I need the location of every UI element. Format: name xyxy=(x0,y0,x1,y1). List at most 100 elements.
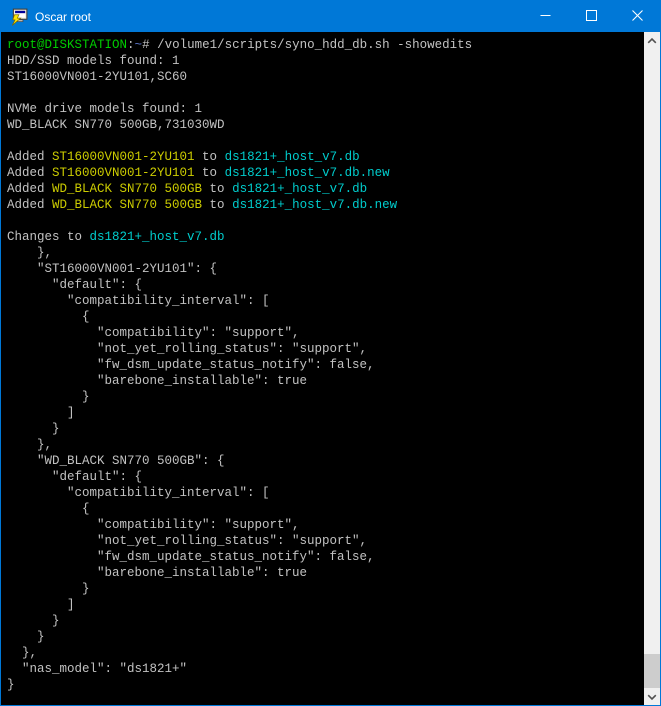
terminal-line: "barebone_installable": true xyxy=(7,373,643,389)
terminal-line: } xyxy=(7,629,643,645)
minimize-icon xyxy=(540,8,551,26)
terminal-line: "compatibility_interval": [ xyxy=(7,485,643,501)
terminal-line: "ST16000VN001-2YU101": { xyxy=(7,261,643,277)
terminal-line: "barebone_installable": true xyxy=(7,565,643,581)
terminal-output[interactable]: root@DISKSTATION:~# /volume1/scripts/syn… xyxy=(1,32,643,705)
terminal-line: "fw_dsm_update_status_notify": false, xyxy=(7,549,643,565)
terminal-line: { xyxy=(7,309,643,325)
terminal-line xyxy=(7,85,643,101)
terminal-line: WD_BLACK SN770 500GB,731030WD xyxy=(7,117,643,133)
window-title: Oscar root xyxy=(35,10,91,24)
terminal-line: Added WD_BLACK SN770 500GB to ds1821+_ho… xyxy=(7,181,643,197)
terminal-text-segment: ST16000VN001-2YU101 xyxy=(52,150,195,164)
terminal-line: Added ST16000VN001-2YU101 to ds1821+_hos… xyxy=(7,165,643,181)
terminal-text-segment: } xyxy=(7,582,90,596)
terminal-line: } xyxy=(7,581,643,597)
close-button[interactable] xyxy=(614,1,660,32)
terminal-text-segment: root@DISKSTATION xyxy=(7,38,127,52)
terminal-line: "compatibility_interval": [ xyxy=(7,293,643,309)
terminal-text-segment: Added xyxy=(7,150,52,164)
terminal-line: "WD_BLACK SN770 500GB": { xyxy=(7,453,643,469)
terminal-text-segment: ST16000VN001-2YU101 xyxy=(52,166,195,180)
terminal-line: } xyxy=(7,421,643,437)
terminal-line: ] xyxy=(7,405,643,421)
terminal-line: Added WD_BLACK SN770 500GB to ds1821+_ho… xyxy=(7,197,643,213)
terminal-line: }, xyxy=(7,645,643,661)
terminal-line: "fw_dsm_update_status_notify": false, xyxy=(7,357,643,373)
terminal-line: } xyxy=(7,677,643,693)
chevron-up-icon xyxy=(647,32,657,50)
terminal-text-segment: ~ xyxy=(135,38,143,52)
terminal-text-segment: "compatibility_interval": [ xyxy=(7,486,270,500)
terminal-text-segment: } xyxy=(7,390,90,404)
terminal-line: "default": { xyxy=(7,277,643,293)
terminal-line: }, xyxy=(7,245,643,261)
scroll-up-button[interactable] xyxy=(644,32,660,49)
terminal-text-segment: ] xyxy=(7,406,75,420)
terminal-line: root@DISKSTATION:~# /volume1/scripts/syn… xyxy=(7,37,643,53)
terminal-text-segment: "barebone_installable": true xyxy=(7,374,307,388)
minimize-button[interactable] xyxy=(522,1,568,32)
terminal-text-segment: }, xyxy=(7,246,52,260)
terminal-line: "not_yet_rolling_status": "support", xyxy=(7,533,643,549)
terminal-text-segment: "fw_dsm_update_status_notify": false, xyxy=(7,550,375,564)
scrollbar-thumb[interactable] xyxy=(644,654,660,688)
terminal-text-segment: "nas_model": "ds1821+" xyxy=(7,662,187,676)
terminal-text-segment: "compatibility_interval": [ xyxy=(7,294,270,308)
terminal-text-segment: "compatibility": "support", xyxy=(7,518,300,532)
scrollbar[interactable] xyxy=(644,32,660,705)
terminal-text-segment: "compatibility": "support", xyxy=(7,326,300,340)
terminal-text-segment: { xyxy=(7,502,90,516)
terminal-text-segment: WD_BLACK SN770 500GB xyxy=(52,198,202,212)
terminal-text-segment: Changes to xyxy=(7,230,90,244)
terminal-line: HDD/SSD models found: 1 xyxy=(7,53,643,69)
caption-buttons xyxy=(522,1,660,32)
terminal-text-segment: }, xyxy=(7,646,37,660)
putty-window: Oscar root root@DI xyxy=(0,0,661,706)
terminal-line: ST16000VN001-2YU101,SC60 xyxy=(7,69,643,85)
terminal-text-segment: NVMe drive models found: 1 xyxy=(7,102,202,116)
terminal-line: "compatibility": "support", xyxy=(7,325,643,341)
terminal-line: { xyxy=(7,501,643,517)
terminal-text-segment: ds1821+_host_v7.db.new xyxy=(232,198,397,212)
close-icon xyxy=(632,8,643,26)
terminal-text-segment: to xyxy=(202,198,232,212)
terminal-text-segment: "barebone_installable": true xyxy=(7,566,307,580)
scroll-down-button[interactable] xyxy=(644,688,660,705)
terminal-text-segment: ] xyxy=(7,598,75,612)
terminal-text-segment: Added xyxy=(7,182,52,196)
terminal-text-segment: }, xyxy=(7,438,52,452)
maximize-icon xyxy=(586,8,597,26)
putty-app-icon[interactable] xyxy=(10,8,28,26)
terminal-text-segment: to xyxy=(202,182,232,196)
terminal-text-segment: to xyxy=(195,150,225,164)
terminal-text-segment: ST16000VN001-2YU101,SC60 xyxy=(7,70,187,84)
terminal-text-segment: # /volume1/scripts/syno_hdd_db.sh -showe… xyxy=(142,38,472,52)
terminal-text-segment: "default": { xyxy=(7,278,142,292)
title-bar[interactable]: Oscar root xyxy=(1,1,660,32)
terminal-line: }, xyxy=(7,437,643,453)
terminal-text-segment: to xyxy=(195,166,225,180)
terminal-text-segment: WD_BLACK SN770 500GB,731030WD xyxy=(7,118,225,132)
terminal-text-segment: : xyxy=(127,38,135,52)
terminal-line: NVMe drive models found: 1 xyxy=(7,101,643,117)
terminal-text-segment: "not_yet_rolling_status": "support", xyxy=(7,342,367,356)
maximize-button[interactable] xyxy=(568,1,614,32)
terminal-line: } xyxy=(7,613,643,629)
terminal-line: "compatibility": "support", xyxy=(7,517,643,533)
terminal-text-segment: "WD_BLACK SN770 500GB": { xyxy=(7,454,225,468)
terminal-text-segment: Added xyxy=(7,166,52,180)
terminal-text-segment: "ST16000VN001-2YU101": { xyxy=(7,262,217,276)
terminal-line xyxy=(7,213,643,229)
terminal-line: Added ST16000VN001-2YU101 to ds1821+_hos… xyxy=(7,149,643,165)
terminal-text-segment: "not_yet_rolling_status": "support", xyxy=(7,534,367,548)
terminal-text-segment: WD_BLACK SN770 500GB xyxy=(52,182,202,196)
terminal-text-segment: ds1821+_host_v7.db xyxy=(232,182,367,196)
terminal-text-segment: } xyxy=(7,630,45,644)
terminal-line: "not_yet_rolling_status": "support", xyxy=(7,341,643,357)
terminal-text-segment: { xyxy=(7,310,90,324)
terminal-line: } xyxy=(7,389,643,405)
terminal-text-segment: } xyxy=(7,678,15,692)
terminal-text-segment: ds1821+_host_v7.db.new xyxy=(225,166,390,180)
terminal-text-segment: ds1821+_host_v7.db xyxy=(90,230,225,244)
